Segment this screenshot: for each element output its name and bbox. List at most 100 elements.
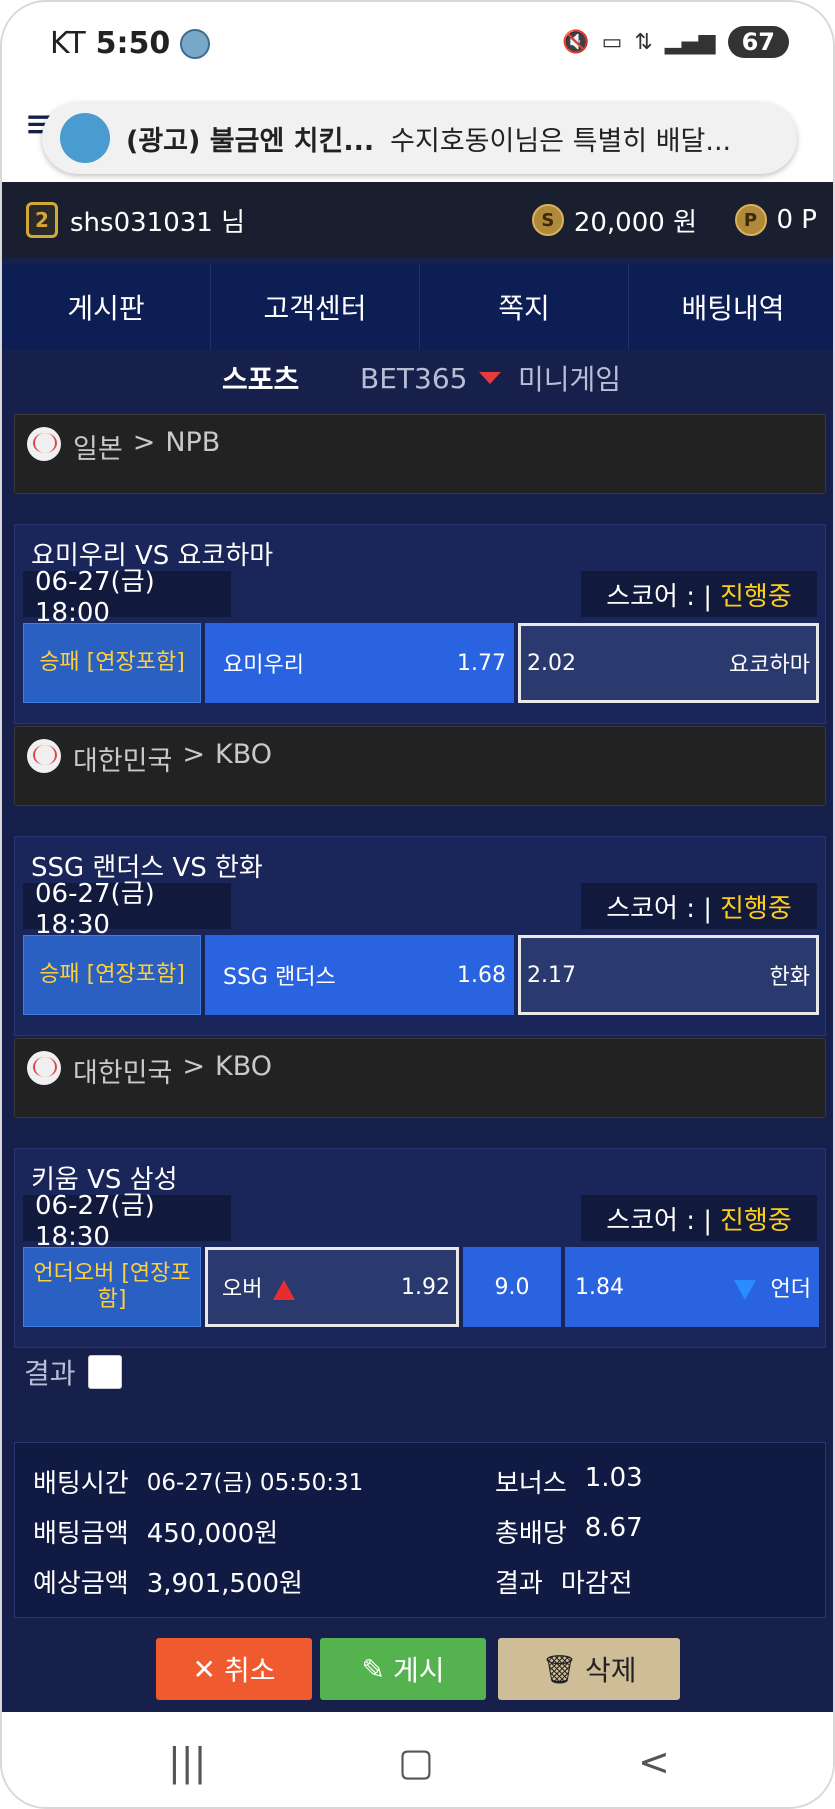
result-filter: 결과 <box>24 1352 122 1392</box>
baseball-icon <box>27 739 61 773</box>
bet-home-button[interactable]: 요미우리 1.77 <box>205 623 514 703</box>
bet-options: 승패 [연장포함] SSG 랜더스 1.68 2.17 한화 <box>23 935 819 1015</box>
result-status-value: 마감전 <box>560 1569 633 1599</box>
subtab-minigame[interactable]: 미니게임 <box>518 358 621 398</box>
post-button[interactable]: ✎ 게시 <box>320 1638 486 1700</box>
bet-type: 승패 [연장포함] <box>23 623 201 703</box>
score-label: 스코어 : | <box>606 893 713 924</box>
home-team: 요미우리 <box>223 653 304 678</box>
bet-summary: 배팅시간 06-27(금) 05:50:31 배팅금액 450,000원 예상금… <box>14 1442 826 1618</box>
ad-app-icon <box>60 113 110 163</box>
away-odds: 2.02 <box>527 650 576 676</box>
result-checkbox[interactable] <box>87 1355 122 1389</box>
recent-apps-icon[interactable]: ||| <box>168 1740 206 1784</box>
signal-icon: ▂▄▆ <box>664 29 716 55</box>
chevron-right-icon: > <box>132 427 156 458</box>
tab-support[interactable]: 고객센터 <box>211 264 420 350</box>
ad-title: (광고) 불금엔 치킨... <box>126 125 375 157</box>
game-card: 요미우리 VS 요코하마 06-27(금) 18:00 스코어 : | 진행중 … <box>14 524 826 724</box>
league-country: 대한민국 <box>73 1058 173 1089</box>
subtab-bet365[interactable]: BET365 <box>360 361 502 395</box>
bonus-value: 1.03 <box>584 1463 643 1493</box>
home-odds: 1.77 <box>457 650 506 676</box>
subtab-bet365-label: BET365 <box>360 361 468 395</box>
bet-amount-label: 배팅금액 <box>33 1519 129 1549</box>
expected-value: 3,901,500원 <box>146 1569 303 1599</box>
action-buttons: ✕ 취소 ✎ 게시 🗑 삭제 <box>2 1638 833 1702</box>
league-country: 대한민국 <box>73 746 173 777</box>
bet-away-button[interactable]: 2.17 한화 <box>518 935 819 1015</box>
username: shs031031 님 <box>70 207 246 238</box>
under-odds: 1.84 <box>575 1274 624 1300</box>
total-odds-value: 8.67 <box>584 1513 643 1543</box>
status-left: KT 5:50 <box>50 26 211 61</box>
sub-nav: 스포츠 BET365 미니게임 <box>2 350 833 406</box>
game-status: 진행중 <box>720 893 792 924</box>
user-bar: 2 shs031031 님 S 20,000 원 P 0 P <box>2 182 833 258</box>
total-odds-label: 총배당 <box>495 1519 567 1549</box>
summary-total-odds: 총배당 8.67 <box>495 1513 643 1550</box>
league-name: KBO <box>215 1051 273 1082</box>
5g-icon: ⇅ <box>634 29 653 55</box>
home-odds: 1.68 <box>457 962 506 988</box>
game-date: 06-27(금) 18:30 <box>23 1191 231 1252</box>
home-team: SSG 랜더스 <box>223 965 336 990</box>
points-amount: 0 P <box>776 205 818 235</box>
summary-result: 결과 마감전 <box>495 1563 633 1600</box>
bet-under-button[interactable]: 1.84 언더 <box>565 1247 819 1327</box>
bet-type: 언더오버 [연장포함] <box>23 1247 201 1327</box>
game-card: SSG 랜더스 VS 한화 06-27(금) 18:30 스코어 : | 진행중… <box>14 836 826 1036</box>
bet-options: 승패 [연장포함] 요미우리 1.77 2.02 요코하마 <box>23 623 819 703</box>
bet-type: 승패 [연장포함] <box>23 935 201 1015</box>
bet-away-button[interactable]: 2.02 요코하마 <box>518 623 819 703</box>
post-label: 게시 <box>392 1654 445 1687</box>
over-label-wrap: 오버 <box>222 1271 296 1303</box>
main-nav: 게시판 고객센터 쪽지 배팅내역 <box>2 264 833 350</box>
league-header: 대한민국 > KBO <box>14 726 826 806</box>
summary-bet-amount: 배팅금액 450,000원 <box>33 1513 278 1550</box>
tab-bet-history[interactable]: 배팅내역 <box>629 264 833 350</box>
summary-bet-time: 배팅시간 06-27(금) 05:50:31 <box>33 1463 363 1500</box>
pencil-icon: ✎ <box>361 1652 385 1686</box>
chevron-right-icon: > <box>182 1051 205 1082</box>
game-card: 키움 VS 삼성 06-27(금) 18:30 스코어 : | 진행중 언더오버… <box>14 1148 826 1348</box>
ad-banner[interactable]: (광고) 불금엔 치킨... 수지호동이님은 특별히 배달... <box>42 102 797 174</box>
summary-bonus: 보너스 1.03 <box>495 1463 643 1500</box>
bet-line: 9.0 <box>463 1247 561 1327</box>
cancel-button[interactable]: ✕ 취소 <box>156 1638 312 1700</box>
league-name: KBO <box>215 739 273 770</box>
bet-over-button[interactable]: 오버 1.92 <box>205 1247 459 1327</box>
status-bar: KT 5:50 🔇 ▭ ⇅ ▂▄▆ 67 <box>2 2 833 90</box>
system-nav-bar: ||| ▢ < <box>2 1712 833 1807</box>
point-coin-icon: P <box>734 204 767 236</box>
bet-time-label: 배팅시간 <box>33 1469 129 1499</box>
bonus-label: 보너스 <box>495 1469 567 1499</box>
tab-board[interactable]: 게시판 <box>2 264 211 350</box>
over-odds: 1.92 <box>401 1274 450 1300</box>
score-label: 스코어 : | <box>606 581 713 612</box>
delete-button[interactable]: 🗑 삭제 <box>498 1638 680 1700</box>
chevron-right-icon: > <box>182 739 205 770</box>
clock: 5:50 <box>95 26 171 61</box>
status-right: 🔇 ▭ ⇅ ▂▄▆ 67 <box>562 26 789 58</box>
game-score: 스코어 : | 진행중 <box>581 1195 817 1241</box>
balance-amount: 20,000 원 <box>573 207 697 238</box>
result-status-label: 결과 <box>495 1569 543 1599</box>
game-date: 06-27(금) 18:00 <box>23 567 231 628</box>
up-triangle-icon <box>273 1280 296 1300</box>
cancel-label: 취소 <box>223 1654 276 1687</box>
under-label: 언더 <box>770 1277 811 1302</box>
subtab-sports[interactable]: 스포츠 <box>222 358 299 398</box>
tab-messages[interactable]: 쪽지 <box>420 264 629 350</box>
away-team: 한화 <box>769 965 810 990</box>
mute-icon: 🔇 <box>562 29 590 55</box>
bet-amount-value: 450,000원 <box>146 1519 279 1549</box>
over-label: 오버 <box>222 1277 263 1302</box>
points: P 0 P <box>734 204 818 236</box>
league-name: NPB <box>165 427 221 458</box>
home-icon[interactable]: ▢ <box>398 1740 434 1784</box>
bet-home-button[interactable]: SSG 랜더스 1.68 <box>205 935 514 1015</box>
back-icon[interactable]: < <box>638 1740 670 1784</box>
dropdown-triangle-icon <box>479 372 502 384</box>
away-team: 요코하마 <box>729 653 810 678</box>
